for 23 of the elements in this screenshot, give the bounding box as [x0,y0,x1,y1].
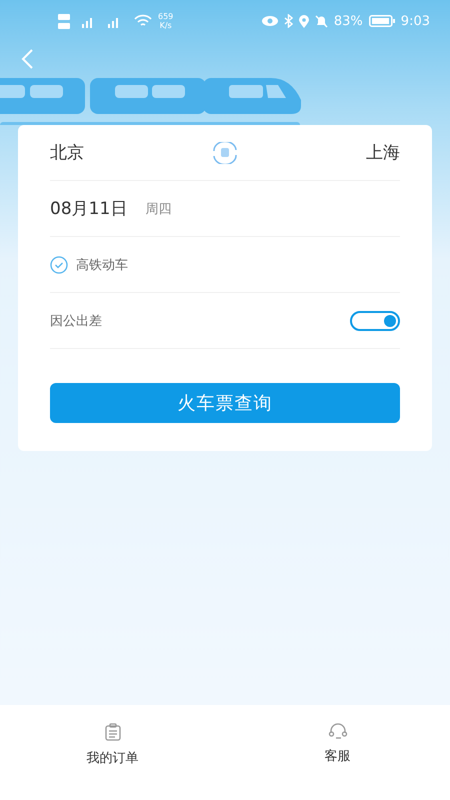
toggle-switch[interactable] [350,310,400,330]
travel-date[interactable]: 08月11日 [50,197,128,220]
nav-tab[interactable]: 我的订单 [0,705,225,800]
bluetooth-icon [284,14,293,28]
wifi-icon [134,14,152,28]
checkbox[interactable] [50,256,68,274]
clipboard-icon [104,723,122,741]
network-speed: 659 [158,12,174,21]
weekday: 周四 [145,200,172,218]
muted-bell-icon [314,14,328,28]
clock-time: 9:03 [400,14,430,28]
battery-percentage: 83% [334,14,363,28]
eye-icon [262,16,278,26]
battery-icon [368,15,395,27]
headset-icon [328,723,348,739]
location-icon [298,14,309,28]
checkbox-label: 高铁动车 [76,256,128,274]
toggle-label: 因公出差 [50,312,102,330]
departure-city[interactable]: 北京 [50,141,84,164]
network-speed-unit: K/s [160,21,172,30]
arrival-city[interactable]: 上海 [366,141,400,164]
swap-icon[interactable] [211,142,239,164]
nav-tab[interactable]: 客服 [225,705,450,800]
